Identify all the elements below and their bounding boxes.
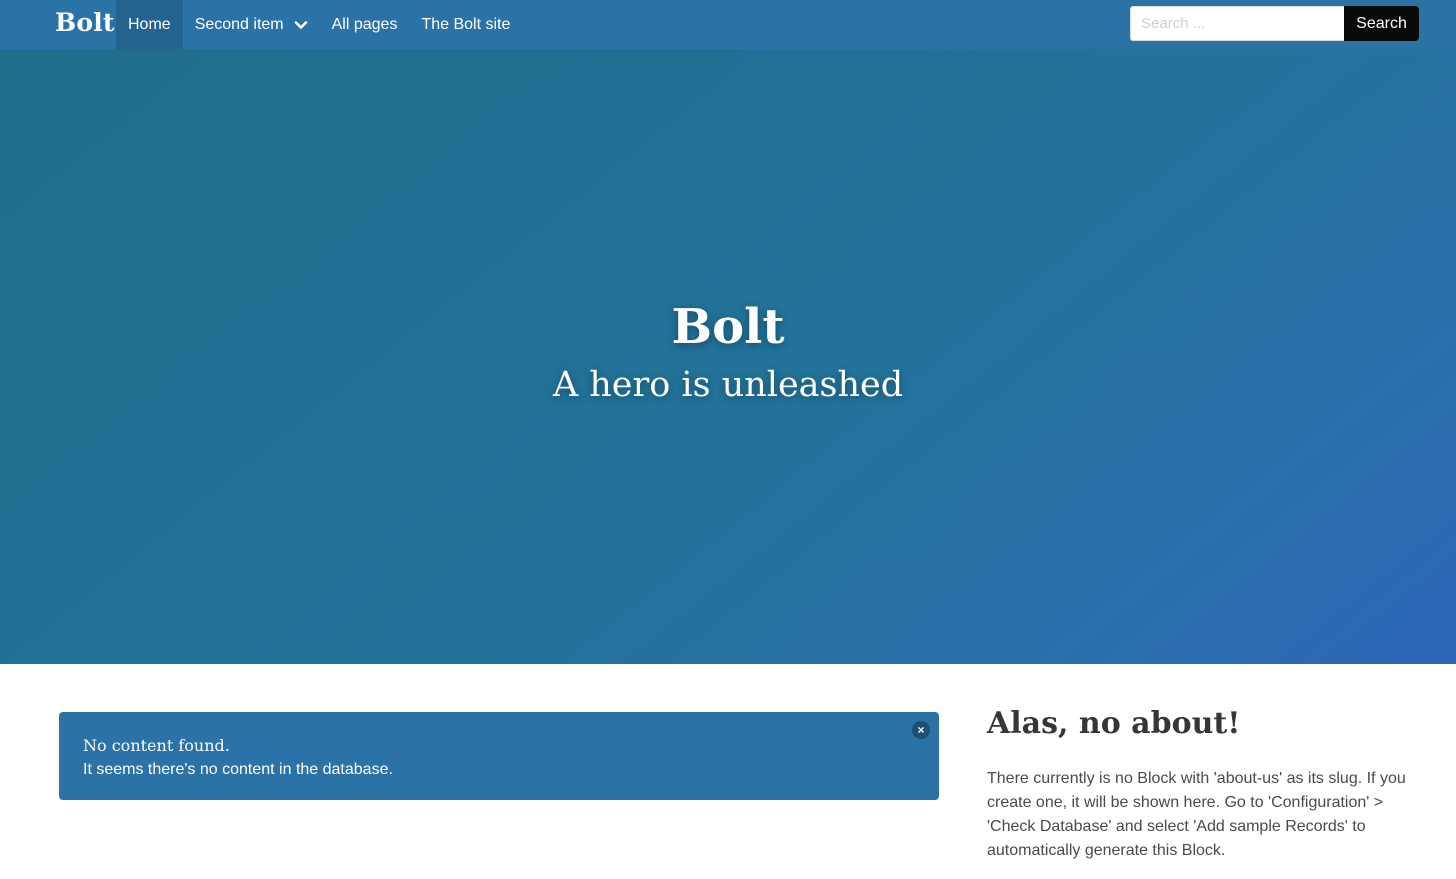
nav-item-second-item[interactable]: Second item xyxy=(183,0,320,49)
close-icon[interactable]: × xyxy=(912,721,930,739)
notification-title: No content found. xyxy=(83,736,230,755)
brand-logo[interactable]: Bolt xyxy=(55,0,115,49)
nav-menu: Home Second item All pages The Bolt site xyxy=(116,0,522,49)
chevron-down-icon xyxy=(294,20,307,29)
nav-item-bolt-site[interactable]: The Bolt site xyxy=(409,0,522,49)
hero-banner: Bolt A hero is unleashed xyxy=(0,49,1456,664)
search-form: Search xyxy=(1130,6,1419,41)
hero-title: Bolt xyxy=(671,299,785,355)
nav-item-label: All pages xyxy=(331,16,398,33)
about-text: There currently is no Block with 'about-… xyxy=(987,770,1406,859)
nav-item-label: Second item xyxy=(194,16,284,33)
hero-subtitle: A hero is unleashed xyxy=(552,365,904,405)
nav-item-label: The Bolt site xyxy=(421,16,511,33)
nav-item-home[interactable]: Home xyxy=(116,0,183,49)
search-button[interactable]: Search xyxy=(1344,6,1419,41)
search-input[interactable] xyxy=(1130,6,1344,41)
notification-text: It seems there's no content in the datab… xyxy=(83,761,393,778)
about-title: Alas, no about! xyxy=(987,706,1241,741)
no-content-notification: × No content found. It seems there's no … xyxy=(59,712,939,800)
nav-item-label: Home xyxy=(128,16,171,33)
nav-item-all-pages[interactable]: All pages xyxy=(320,0,410,49)
navbar: Bolt Home Second item All pages The Bolt… xyxy=(0,0,1456,49)
